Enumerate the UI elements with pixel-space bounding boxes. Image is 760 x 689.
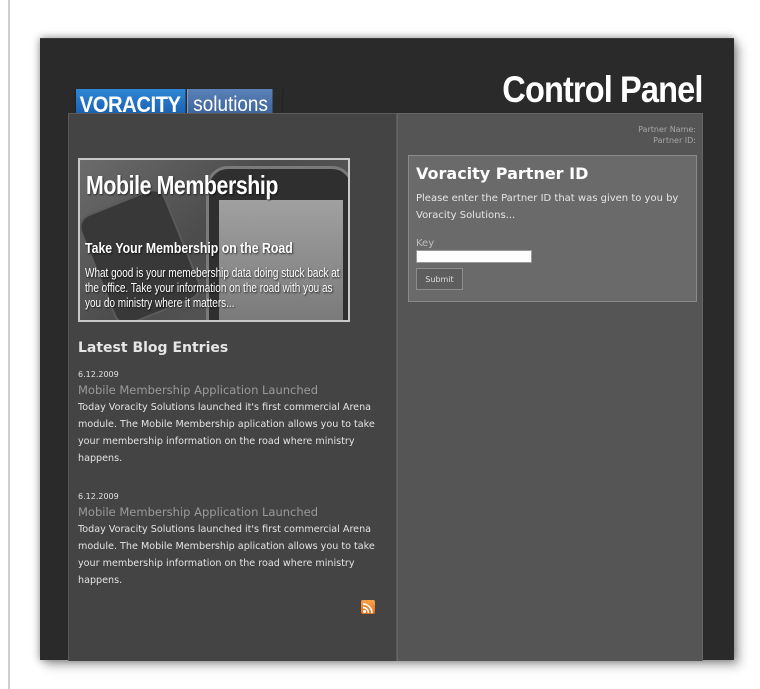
page-left-rule (8, 0, 10, 689)
key-input[interactable] (416, 250, 532, 263)
blog-entry-body: Today Voracity Solutions launched it's f… (78, 524, 375, 586)
submit-button[interactable]: Submit (416, 268, 463, 290)
right-column: Partner Name: Partner ID: Voracity Partn… (397, 113, 703, 661)
blog-entry-date: 6.12.2009 (78, 370, 119, 379)
mobile-membership-banner[interactable]: Mobile Membership Take Your Membership o… (78, 158, 350, 322)
banner-text: What good is your memebership data doing… (85, 266, 340, 310)
banner-subtitle: Take Your Membership on the Road (85, 240, 293, 257)
page-title: Control Panel (502, 69, 704, 110)
partner-name-label: Partner Name: (638, 125, 696, 134)
blog-entry: 6.12.2009 Mobile Membership Application … (78, 370, 396, 467)
blog-heading: Latest Blog Entries (78, 340, 229, 356)
blog-entry-date: 6.12.2009 (78, 492, 119, 501)
blog-entry-body: Today Voracity Solutions launched it's f… (78, 402, 375, 464)
blog-entry-title-link[interactable]: Mobile Membership Application Launched (78, 383, 396, 397)
rss-icon[interactable] (361, 600, 375, 614)
partner-id-label: Partner ID: (653, 136, 696, 145)
blog-entry: 6.12.2009 Mobile Membership Application … (78, 492, 396, 589)
partner-id-form-description: Please enter the Partner ID that was giv… (416, 193, 679, 221)
blog-entry-title-link[interactable]: Mobile Membership Application Launched (78, 505, 396, 519)
key-label: Key (416, 238, 435, 249)
partner-id-form-title: Voracity Partner ID (416, 164, 589, 183)
partner-info: Partner Name: Partner ID: (638, 124, 696, 146)
partner-id-form: Voracity Partner ID Please enter the Par… (408, 155, 697, 302)
banner-title: Mobile Membership (86, 170, 279, 200)
control-panel-frame: VORACITY solutions Control Panel Mobile … (40, 38, 734, 661)
left-column: Mobile Membership Take Your Membership o… (68, 113, 397, 661)
